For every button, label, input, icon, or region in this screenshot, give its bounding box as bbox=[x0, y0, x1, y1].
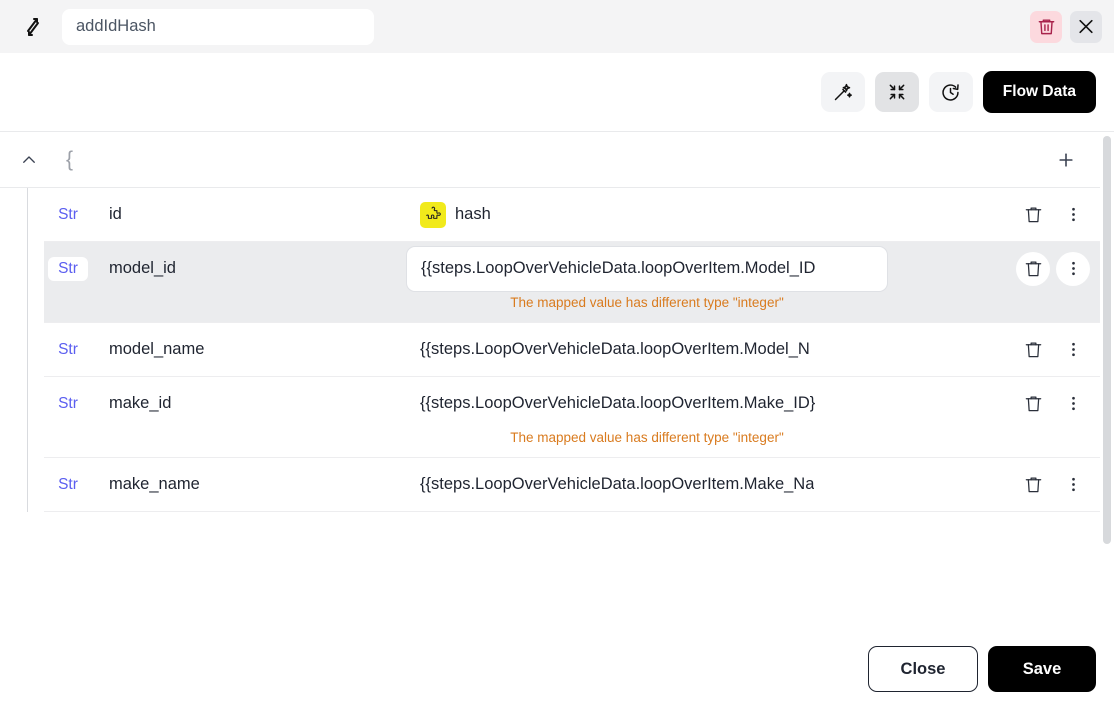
delete-step-button[interactable] bbox=[1030, 10, 1062, 43]
type-badge: Str bbox=[58, 340, 78, 358]
collapse-all-button[interactable] bbox=[874, 72, 919, 112]
magic-wand-button[interactable] bbox=[820, 72, 865, 112]
close-window-button[interactable] bbox=[1070, 10, 1102, 43]
delete-row-button[interactable] bbox=[1016, 387, 1050, 421]
row-menu-button[interactable] bbox=[1056, 387, 1090, 421]
table-row[interactable]: Str id hash bbox=[44, 188, 1100, 242]
close-icon bbox=[1079, 19, 1093, 34]
property-key: make_name bbox=[109, 475, 200, 493]
delete-row-button[interactable] bbox=[1016, 333, 1050, 367]
history-clock-icon bbox=[942, 83, 960, 101]
titlebar bbox=[0, 0, 1114, 53]
collapse-root-chevron-up-icon[interactable] bbox=[18, 149, 40, 171]
delete-row-button[interactable] bbox=[1016, 251, 1050, 286]
flow-data-button[interactable]: Flow Data bbox=[982, 71, 1096, 113]
indent-guide bbox=[27, 188, 28, 512]
row-menu-button[interactable] bbox=[1056, 468, 1090, 502]
property-value-text: hash bbox=[455, 205, 491, 223]
transform-arrows-icon bbox=[18, 12, 48, 42]
mapping-editor-scroll-area: { Str id hash Str model_id {{steps.LoopO… bbox=[0, 132, 1100, 630]
property-key: id bbox=[109, 205, 122, 223]
table-row[interactable]: Str model_id {{steps.LoopOverVehicleData… bbox=[44, 242, 1100, 323]
add-property-button[interactable] bbox=[1054, 148, 1078, 172]
row-actions bbox=[1016, 242, 1090, 295]
mapping-editor: { Str id hash Str model_id {{steps.LoopO… bbox=[0, 131, 1114, 630]
type-badge: Str bbox=[58, 475, 78, 493]
magic-wand-icon bbox=[835, 83, 853, 100]
more-vertical-icon bbox=[1071, 477, 1075, 492]
more-vertical-icon bbox=[1071, 396, 1075, 411]
row-actions bbox=[1016, 377, 1090, 430]
trash-icon bbox=[1025, 396, 1041, 412]
property-key: make_id bbox=[109, 394, 172, 412]
close-button[interactable]: Close bbox=[868, 646, 978, 692]
table-row[interactable]: Str make_name {{steps.LoopOverVehicleDat… bbox=[44, 458, 1100, 512]
row-actions bbox=[1016, 188, 1090, 241]
property-value-cell[interactable]: {{steps.LoopOverVehicleData.loopOverItem… bbox=[406, 245, 888, 292]
collapse-all-icon bbox=[889, 84, 905, 100]
vertical-scrollbar[interactable] bbox=[1100, 132, 1114, 630]
plus-icon bbox=[1059, 152, 1073, 167]
type-badge: Str bbox=[58, 394, 78, 412]
table-row[interactable]: Str make_id {{steps.LoopOverVehicleData.… bbox=[44, 377, 1100, 458]
trash-icon bbox=[1025, 342, 1041, 358]
property-value-cell[interactable]: {{steps.LoopOverVehicleData.loopOverItem… bbox=[406, 394, 888, 413]
property-value-text: {{steps.LoopOverVehicleData.loopOverItem… bbox=[420, 394, 816, 412]
trash-icon bbox=[1025, 477, 1041, 493]
delete-row-button[interactable] bbox=[1016, 468, 1050, 502]
property-key: model_name bbox=[109, 340, 205, 358]
row-actions bbox=[1016, 458, 1090, 511]
delete-row-button[interactable] bbox=[1016, 198, 1050, 232]
more-vertical-icon bbox=[1071, 261, 1075, 276]
property-value-cell[interactable]: {{steps.LoopOverVehicleData.loopOverItem… bbox=[406, 475, 888, 494]
property-value-text: {{steps.LoopOverVehicleData.loopOverItem… bbox=[420, 340, 810, 358]
scrollbar-thumb[interactable] bbox=[1103, 136, 1111, 544]
dialog-footer: Close Save bbox=[0, 630, 1114, 722]
row-actions bbox=[1016, 323, 1090, 376]
more-vertical-icon bbox=[1071, 342, 1075, 357]
titlebar-actions bbox=[1030, 10, 1102, 43]
trash-icon bbox=[1025, 261, 1041, 277]
property-value-text: {{steps.LoopOverVehicleData.loopOverItem… bbox=[420, 475, 815, 493]
step-name-input[interactable] bbox=[62, 8, 374, 45]
table-row[interactable]: Str model_name {{steps.LoopOverVehicleDa… bbox=[44, 323, 1100, 377]
trash-icon bbox=[1038, 19, 1054, 35]
puzzle-piece-icon bbox=[420, 201, 446, 228]
row-menu-button[interactable] bbox=[1056, 198, 1090, 232]
more-vertical-icon bbox=[1071, 207, 1075, 222]
type-mismatch-warning: The mapped value has different type "int… bbox=[510, 295, 784, 310]
type-badge: Str bbox=[48, 256, 88, 281]
editor-toolbar: Flow Data bbox=[0, 53, 1114, 131]
object-root-row: { bbox=[0, 132, 1100, 188]
save-button[interactable]: Save bbox=[988, 646, 1096, 692]
history-button[interactable] bbox=[928, 72, 973, 112]
trash-icon bbox=[1025, 207, 1041, 223]
property-key: model_id bbox=[109, 259, 176, 277]
property-value-cell[interactable]: hash bbox=[406, 201, 888, 228]
property-value-cell[interactable]: {{steps.LoopOverVehicleData.loopOverItem… bbox=[406, 340, 888, 359]
type-mismatch-warning: The mapped value has different type "int… bbox=[510, 430, 784, 445]
property-rows: Str id hash Str model_id {{steps.LoopOve… bbox=[0, 188, 1100, 512]
property-value-input[interactable]: {{steps.LoopOverVehicleData.loopOverItem… bbox=[406, 245, 888, 292]
row-menu-button[interactable] bbox=[1056, 333, 1090, 367]
row-menu-button[interactable] bbox=[1056, 251, 1090, 286]
flow-step-editor-window: Flow Data { bbox=[0, 0, 1114, 722]
open-brace: { bbox=[66, 148, 74, 171]
type-badge: Str bbox=[58, 205, 78, 223]
